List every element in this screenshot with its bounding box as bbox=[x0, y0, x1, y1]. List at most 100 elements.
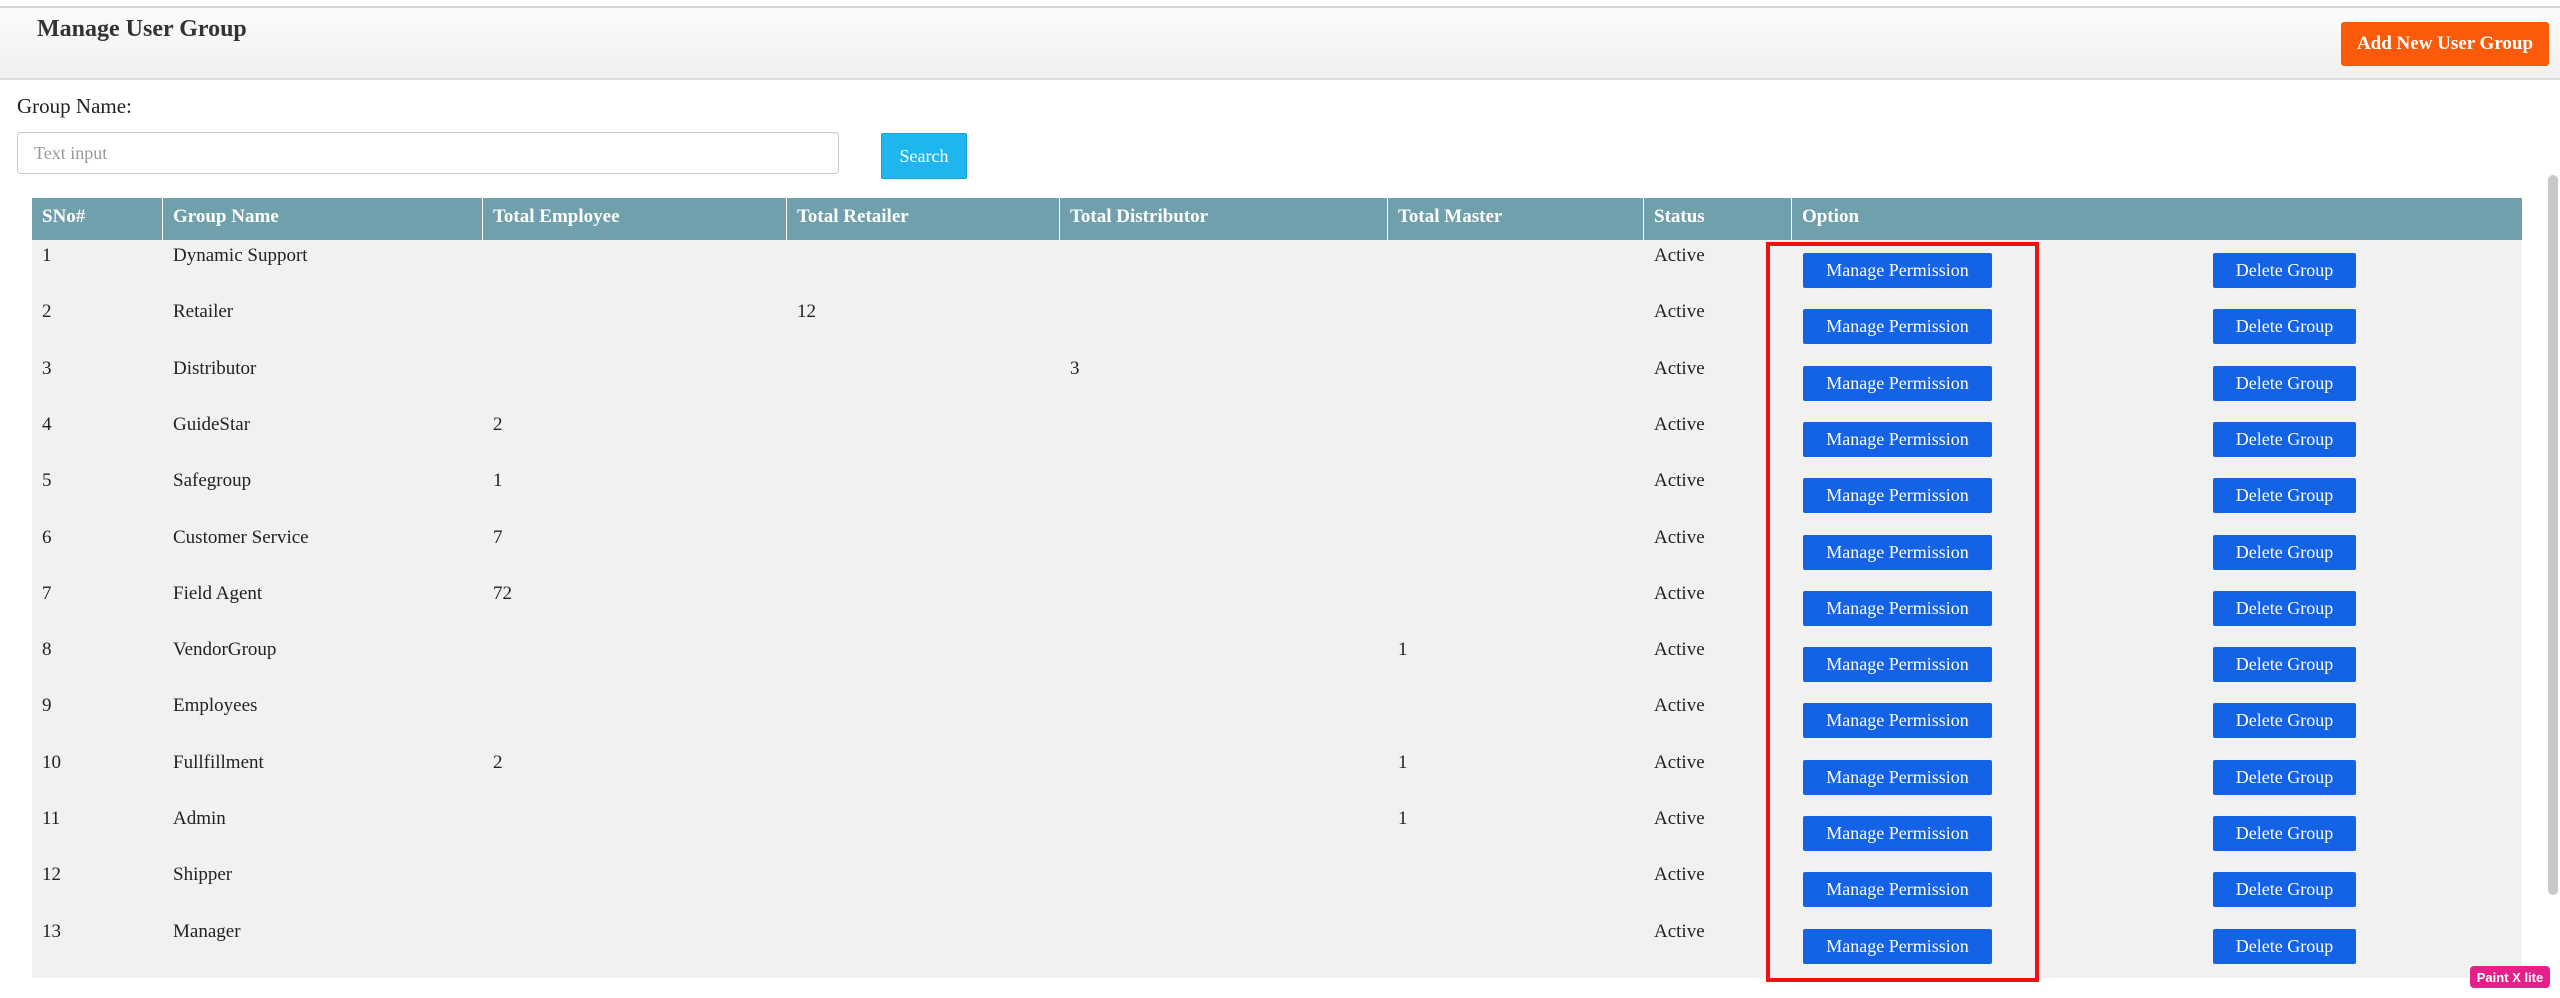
cell-status: Active bbox=[1654, 526, 1705, 548]
cell-status: Active bbox=[1654, 357, 1705, 379]
cell-status: Active bbox=[1654, 582, 1705, 604]
cell-master bbox=[1388, 578, 1398, 634]
cell-sno: 6 bbox=[42, 526, 52, 548]
cell-master bbox=[1388, 409, 1398, 465]
delete-group-button[interactable]: Delete Group bbox=[2213, 816, 2356, 851]
table-row: 1 Dynamic Support Active Manage Permission D… bbox=[32, 240, 2522, 296]
manage-permission-button[interactable]: Manage Permission bbox=[1803, 647, 1992, 683]
cell-distributor bbox=[1060, 296, 1070, 352]
group-name-label: Group Name: bbox=[17, 94, 132, 118]
delete-group-button[interactable]: Delete Group bbox=[2213, 365, 2356, 401]
cell-sno: 11 bbox=[42, 808, 61, 829]
manage-permission-button[interactable]: Manage Permission bbox=[1803, 478, 1992, 514]
column-header-option: Option bbox=[1802, 206, 1860, 227]
delete-group-button[interactable]: Delete Group bbox=[2213, 928, 2356, 964]
cell-master bbox=[1388, 296, 1398, 352]
manage-permission-button[interactable]: Manage Permission bbox=[1803, 872, 1992, 908]
cell-distributor bbox=[1060, 690, 1070, 746]
vertical-scrollbar[interactable] bbox=[2548, 175, 2558, 895]
cell-distributor bbox=[1060, 578, 1070, 634]
cell-status: Active bbox=[1654, 695, 1705, 717]
delete-group-button[interactable]: Delete Group bbox=[2213, 253, 2356, 288]
cell-retailer bbox=[787, 747, 797, 803]
cell-retailer bbox=[787, 803, 797, 859]
delete-group-button[interactable]: Delete Group bbox=[2213, 478, 2356, 514]
cell-distributor bbox=[1060, 916, 1070, 972]
cell-master bbox=[1388, 465, 1398, 521]
cell-master: 1 bbox=[1398, 751, 1408, 773]
cell-name: Field Agent bbox=[173, 582, 263, 604]
manage-permission-button[interactable]: Manage Permission bbox=[1803, 253, 1992, 288]
delete-group-button[interactable]: Delete Group bbox=[2213, 421, 2356, 457]
cell-employee: 2 bbox=[493, 413, 503, 435]
cell-retailer bbox=[787, 465, 797, 521]
table-row: 10 Fullfillment 2 1 Active Manage Permission D… bbox=[32, 747, 2522, 803]
cell-employee bbox=[483, 240, 493, 296]
cell-distributor bbox=[1060, 634, 1070, 690]
cell-master bbox=[1388, 690, 1398, 746]
manage-permission-button[interactable]: Manage Permission bbox=[1803, 534, 1992, 570]
manage-permission-button[interactable]: Manage Permission bbox=[1803, 365, 1992, 401]
page-header: Manage User Group Add New User Group bbox=[0, 8, 2560, 80]
cell-status: Active bbox=[1654, 639, 1705, 661]
cell-distributor bbox=[1060, 465, 1070, 521]
delete-group-button[interactable]: Delete Group bbox=[2213, 534, 2356, 570]
cell-sno: 13 bbox=[42, 920, 61, 942]
delete-group-button[interactable]: Delete Group bbox=[2213, 647, 2356, 683]
cell-name: VendorGroup bbox=[173, 639, 277, 661]
column-header-status: Status bbox=[1644, 198, 1792, 240]
manage-permission-button[interactable]: Manage Permission bbox=[1803, 816, 1992, 851]
cell-sno: 2 bbox=[42, 301, 52, 323]
manage-permission-button[interactable]: Manage Permission bbox=[1803, 590, 1992, 626]
page-title: Manage User Group bbox=[37, 16, 247, 42]
cell-employee bbox=[483, 690, 493, 746]
paint-x-lite-watermark: Paint X lite bbox=[2470, 966, 2550, 988]
cell-status: Active bbox=[1654, 751, 1705, 773]
cell-status: Active bbox=[1654, 413, 1705, 435]
delete-group-button[interactable]: Delete Group bbox=[2213, 309, 2356, 345]
cell-employee: 2 bbox=[493, 751, 503, 773]
cell-status: Active bbox=[1654, 808, 1705, 829]
group-name-search-input[interactable] bbox=[17, 132, 839, 174]
cell-sno: 8 bbox=[42, 639, 52, 661]
manage-permission-button[interactable]: Manage Permission bbox=[1803, 309, 1992, 345]
add-new-user-group-button[interactable]: Add New User Group bbox=[2341, 22, 2549, 66]
cell-name: Fullfillment bbox=[173, 751, 264, 773]
cell-master bbox=[1388, 240, 1398, 296]
table-row: 4 GuideStar 2 Active Manage Permission Delete… bbox=[32, 409, 2522, 465]
cell-name: Safegroup bbox=[173, 470, 252, 492]
cell-retailer bbox=[787, 578, 797, 634]
cell-master: 1 bbox=[1398, 639, 1408, 661]
search-button[interactable]: Search bbox=[881, 133, 967, 179]
cell-status: Active bbox=[1654, 245, 1705, 266]
table-row: 6 Customer Service 7 Active Manage Permissio… bbox=[32, 522, 2522, 578]
cell-sno: 1 bbox=[42, 245, 52, 266]
cell-distributor bbox=[1060, 409, 1070, 465]
cell-name: GuideStar bbox=[173, 413, 251, 435]
cell-sno: 12 bbox=[42, 864, 61, 886]
manage-permission-button[interactable]: Manage Permission bbox=[1803, 421, 1992, 457]
cell-status: Active bbox=[1654, 920, 1705, 942]
cell-name: Shipper bbox=[173, 864, 233, 886]
table-row: 3 Distributor 3 Active Manage Permission Dele… bbox=[32, 353, 2522, 409]
delete-group-button[interactable]: Delete Group bbox=[2213, 872, 2356, 908]
table-row: 13 Manager Active Manage Permission Delete G… bbox=[32, 916, 2522, 972]
manage-permission-button[interactable]: Manage Permission bbox=[1803, 928, 1992, 964]
user-group-table: SNo# Group Name Total Employee Total Ret… bbox=[32, 198, 2522, 978]
cell-retailer bbox=[787, 916, 797, 972]
delete-group-button[interactable]: Delete Group bbox=[2213, 759, 2356, 795]
cell-master bbox=[1388, 522, 1398, 578]
manage-permission-button[interactable]: Manage Permission bbox=[1803, 703, 1992, 739]
table-row: 2 Retailer 12 Active Manage Permission Delete… bbox=[32, 296, 2522, 352]
cell-distributor bbox=[1060, 747, 1070, 803]
cell-retailer bbox=[787, 409, 797, 465]
cell-retailer bbox=[787, 353, 797, 409]
manage-permission-button[interactable]: Manage Permission bbox=[1803, 759, 1992, 795]
cell-master bbox=[1388, 916, 1398, 972]
table-header-row: SNo# Group Name Total Employee Total Ret… bbox=[32, 198, 2522, 240]
table-row: 9 Employees Active Manage Permission Delete … bbox=[32, 690, 2522, 746]
cell-retailer bbox=[787, 240, 797, 296]
cell-distributor: 3 bbox=[1070, 357, 1080, 379]
delete-group-button[interactable]: Delete Group bbox=[2213, 590, 2356, 626]
delete-group-button[interactable]: Delete Group bbox=[2213, 703, 2356, 739]
